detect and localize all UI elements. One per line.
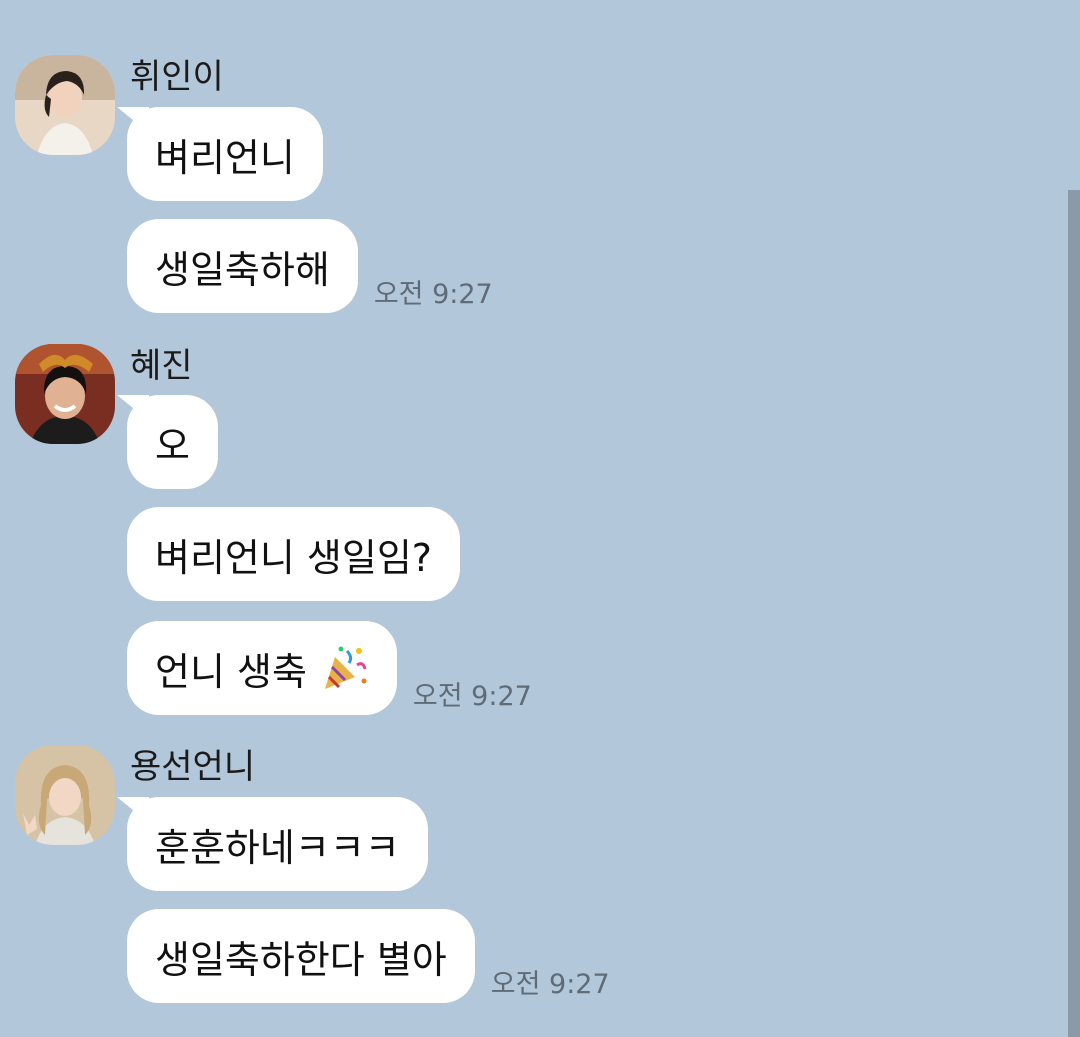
party-popper-icon: [319, 643, 369, 693]
message-bubble[interactable]: 오: [127, 395, 218, 489]
message-text: 언니 생축: [155, 649, 307, 694]
message-bubble[interactable]: 훈훈하네ㅋㅋㅋ: [127, 797, 428, 891]
message-bubble[interactable]: 생일축하해: [127, 219, 358, 313]
sender-name: 휘인이: [130, 57, 224, 97]
message-row: 벼리언니 생일임?: [127, 507, 460, 601]
message-bubble[interactable]: 벼리언니: [127, 107, 323, 201]
message-time: 오전 9:27: [490, 969, 610, 1000]
sender-name: 용선언니: [130, 747, 256, 787]
sender-name: 혜진: [130, 346, 193, 386]
message-row: 훈훈하네ㅋㅋㅋ: [127, 797, 428, 891]
message-time: 오전 9:27: [412, 681, 532, 712]
message-row: 벼리언니: [127, 107, 323, 201]
message-row: 생일축하한다 별아 오전 9:27: [127, 909, 610, 1003]
avatar[interactable]: [15, 344, 115, 444]
message-row: 오: [127, 395, 218, 489]
message-bubble[interactable]: 생일축하한다 별아: [127, 909, 475, 1003]
message-row: 생일축하해 오전 9:27: [127, 219, 493, 313]
message-time: 오전 9:27: [373, 279, 493, 310]
message-row: 언니 생축 오전 9:27: [127, 621, 532, 715]
scrollbar[interactable]: [1068, 190, 1080, 1037]
message-bubble[interactable]: 벼리언니 생일임?: [127, 507, 460, 601]
avatar[interactable]: [15, 745, 115, 845]
avatar[interactable]: [15, 55, 115, 155]
message-bubble[interactable]: 언니 생축: [127, 621, 397, 715]
